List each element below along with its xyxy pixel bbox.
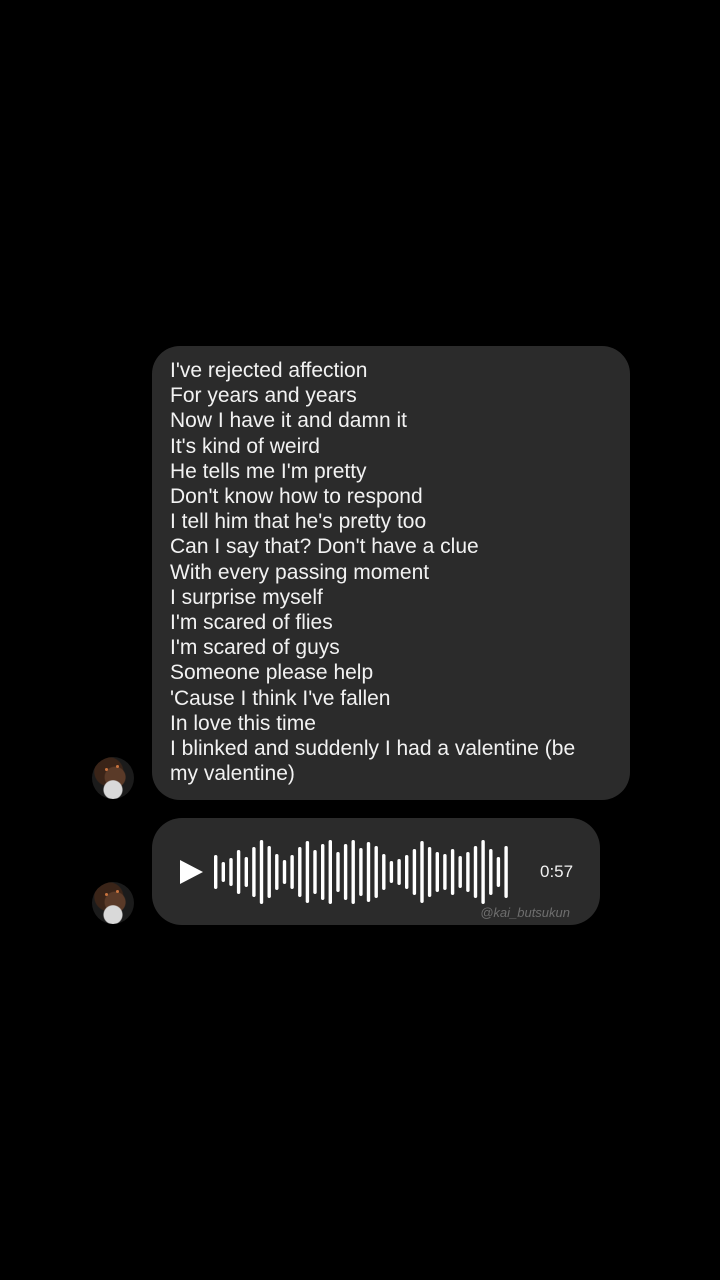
lyric-line: I tell him that he's pretty too bbox=[170, 510, 427, 534]
waveform-bar bbox=[458, 856, 462, 888]
waveform-bar bbox=[504, 846, 508, 898]
waveform-bar bbox=[466, 852, 470, 892]
waveform-bar bbox=[489, 849, 493, 895]
play-icon bbox=[180, 860, 203, 884]
waveform-bar bbox=[244, 857, 248, 887]
waveform-bar bbox=[496, 857, 501, 887]
lyric-line: I've rejected affection bbox=[170, 359, 368, 382]
waveform-bar bbox=[298, 847, 302, 897]
waveform-bar bbox=[267, 846, 271, 898]
waveform-bar bbox=[236, 850, 241, 894]
watermark-text: @kai_butsukun bbox=[480, 905, 570, 920]
waveform-bar bbox=[328, 840, 332, 904]
waveform-bar bbox=[343, 844, 348, 900]
audio-duration: 0:57 bbox=[540, 862, 574, 881]
waveform-bar bbox=[405, 855, 409, 889]
lyric-line: In love this time bbox=[170, 711, 316, 735]
waveform-bar bbox=[389, 861, 394, 883]
lyric-line: With every passing moment bbox=[170, 560, 430, 584]
waveform-bar bbox=[305, 841, 310, 903]
waveform-bar bbox=[382, 854, 386, 890]
waveform-bar bbox=[450, 849, 455, 895]
waveform-bar bbox=[214, 855, 218, 889]
lyric-line: Don't know how to respond bbox=[170, 485, 423, 509]
play-button[interactable] bbox=[177, 858, 205, 886]
waveform-bar bbox=[351, 840, 355, 904]
lyrics-message-bubble[interactable]: I've rejected affection For years and ye… bbox=[152, 346, 630, 800]
lyric-line: He tells me I'm pretty bbox=[170, 459, 367, 483]
waveform-bar bbox=[435, 852, 439, 892]
waveform-bar bbox=[374, 846, 378, 898]
lyric-line: I'm scared of guys bbox=[170, 636, 340, 660]
sender-avatar[interactable] bbox=[92, 882, 134, 924]
lyric-line: Can I say that? Don't have a clue bbox=[170, 535, 479, 559]
lyric-line: I blinked and suddenly I had a valentine… bbox=[170, 737, 576, 786]
voice-message-bubble[interactable]: 0:57 @kai_butsukun bbox=[152, 818, 600, 925]
waveform-bar bbox=[412, 849, 417, 895]
waveform-bar bbox=[397, 859, 401, 885]
avatar-detail bbox=[116, 890, 119, 893]
lyric-line: Someone please help bbox=[170, 661, 374, 685]
waveform-bar bbox=[221, 862, 225, 882]
waveform-bar bbox=[420, 841, 424, 903]
waveform-bar bbox=[481, 840, 485, 904]
waveform-bar bbox=[290, 855, 294, 889]
waveform-bar bbox=[366, 842, 371, 902]
waveform-bar bbox=[359, 848, 363, 896]
waveform-bar bbox=[321, 844, 325, 900]
lyric-line: Now I have it and damn it bbox=[170, 409, 407, 433]
waveform-bar bbox=[275, 854, 279, 890]
waveform-bar bbox=[282, 860, 287, 884]
sender-avatar[interactable] bbox=[92, 757, 134, 799]
waveform-bar bbox=[443, 854, 447, 890]
waveform-bar bbox=[427, 847, 432, 897]
lyric-line: I surprise myself bbox=[170, 585, 323, 609]
waveform-bar bbox=[259, 840, 264, 904]
waveform-bar bbox=[229, 858, 233, 886]
lyric-line: It's kind of weird bbox=[170, 434, 320, 458]
lyric-line: 'Cause I think I've fallen bbox=[170, 686, 391, 710]
waveform-bar bbox=[313, 850, 317, 894]
waveform-bar bbox=[252, 847, 256, 897]
waveform-bar bbox=[336, 852, 340, 892]
avatar-detail bbox=[105, 768, 108, 771]
lyric-line: For years and years bbox=[170, 384, 357, 408]
avatar-detail bbox=[105, 893, 108, 896]
avatar-detail bbox=[116, 765, 119, 768]
audio-waveform[interactable] bbox=[212, 838, 510, 906]
waveform-bar bbox=[473, 846, 478, 898]
lyric-line: I'm scared of flies bbox=[170, 611, 333, 635]
